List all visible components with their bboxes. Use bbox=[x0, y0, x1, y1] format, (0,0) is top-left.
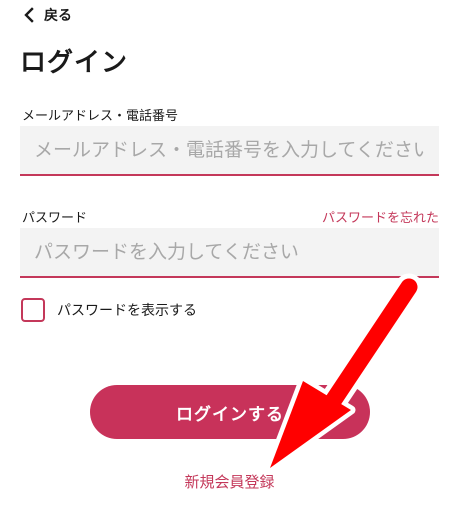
chevron-left-icon bbox=[24, 7, 34, 23]
email-label: メールアドレス・電話番号 bbox=[22, 109, 179, 124]
back-link[interactable]: 戻る bbox=[22, 4, 72, 26]
password-label: パスワード bbox=[22, 211, 88, 226]
back-label: 戻る bbox=[44, 8, 72, 24]
show-password-checkbox[interactable] bbox=[21, 298, 45, 322]
page-title: ログイン bbox=[20, 48, 129, 78]
show-password-toggle[interactable]: パスワードを表示する bbox=[21, 298, 197, 322]
forgot-password-link[interactable]: パスワードを忘れた bbox=[322, 207, 439, 226]
register-link[interactable]: 新規会員登録 bbox=[0, 471, 459, 492]
login-button[interactable]: ログインする bbox=[90, 385, 370, 439]
show-password-label: パスワードを表示する bbox=[57, 303, 197, 319]
email-input[interactable] bbox=[20, 126, 439, 176]
password-input[interactable] bbox=[20, 228, 439, 278]
